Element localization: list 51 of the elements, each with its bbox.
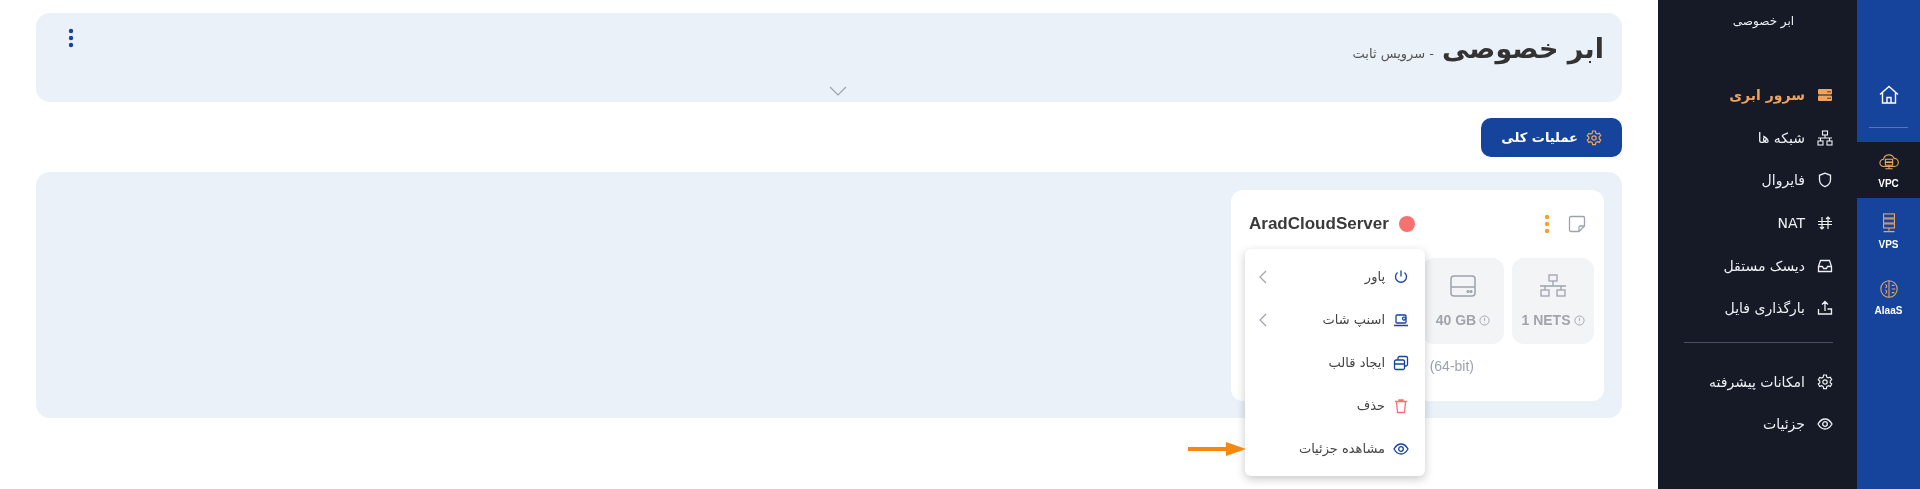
menu-item[interactable]: اسنپ شات — [1245, 298, 1425, 341]
page-title: ابر خصوصی — [1442, 33, 1604, 64]
server-name: AradCloudServer — [1249, 214, 1389, 234]
server-icon — [1817, 87, 1833, 104]
chevron-left-icon — [1259, 269, 1267, 284]
network-icon — [1539, 274, 1567, 298]
power-icon — [1393, 268, 1409, 285]
settings-icon — [1817, 373, 1833, 390]
menu-item[interactable]: پاور — [1245, 255, 1425, 298]
trash-icon — [1393, 397, 1409, 414]
shield-icon — [1817, 172, 1833, 189]
laptop-icon — [1393, 311, 1409, 328]
info-icon[interactable] — [1573, 314, 1585, 326]
spec-value: 40 GB — [1435, 312, 1477, 328]
more-icon[interactable] — [68, 28, 74, 48]
menu-item[interactable]: ایجاد قالب — [1245, 341, 1425, 384]
network-icon — [1817, 129, 1833, 146]
inbox-icon — [1817, 257, 1833, 274]
eye-icon — [1817, 416, 1833, 433]
copy-icon — [1393, 354, 1409, 371]
sidebar-item[interactable]: سرور ابری — [1684, 74, 1833, 117]
actions-button[interactable]: عملیات کلی — [1481, 118, 1622, 157]
sidebar-item[interactable]: بارگذاری فایل — [1684, 286, 1833, 330]
sidebar-item[interactable]: فایروال — [1684, 159, 1833, 202]
chevron-down-icon[interactable] — [829, 86, 847, 96]
settings-icon — [1586, 129, 1602, 146]
rail-item[interactable]: VPC — [1857, 142, 1920, 198]
menu-item[interactable]: مشاهده جزئیات — [1245, 427, 1425, 470]
hard-drive-icon — [1449, 274, 1477, 298]
cloud-server-icon — [1878, 151, 1899, 172]
rail-item[interactable]: AIaaS — [1857, 264, 1920, 330]
sidebar-item[interactable]: دیسک مستقل — [1684, 244, 1833, 287]
home-icon — [1877, 84, 1900, 106]
pointer-arrow — [1188, 441, 1246, 457]
info-icon[interactable] — [1479, 314, 1491, 326]
sidebar-item[interactable]: جزئیات — [1684, 403, 1833, 446]
chevron-left-icon — [1259, 312, 1267, 327]
spec-value: 1 NETS — [1521, 312, 1571, 328]
os-text: (64-bit) — [1429, 358, 1474, 374]
menu-item[interactable]: حذف — [1245, 384, 1425, 427]
note-icon[interactable] — [1568, 215, 1586, 233]
sidebar-item[interactable]: NAT — [1684, 201, 1833, 245]
sidebar-item[interactable]: امکانات پیشرفته — [1684, 360, 1833, 404]
rail-item[interactable]: VPS — [1857, 198, 1920, 264]
brain-icon — [1878, 278, 1899, 299]
transfer-icon — [1817, 215, 1833, 232]
eye-icon — [1393, 440, 1409, 457]
sidebar-item[interactable]: شبکه ها — [1684, 116, 1833, 160]
page-subtitle: - سرویس ثابت — [1352, 46, 1434, 61]
upload-icon — [1817, 300, 1833, 317]
sidebar-title: ابر خصوصی — [1731, 13, 1796, 30]
